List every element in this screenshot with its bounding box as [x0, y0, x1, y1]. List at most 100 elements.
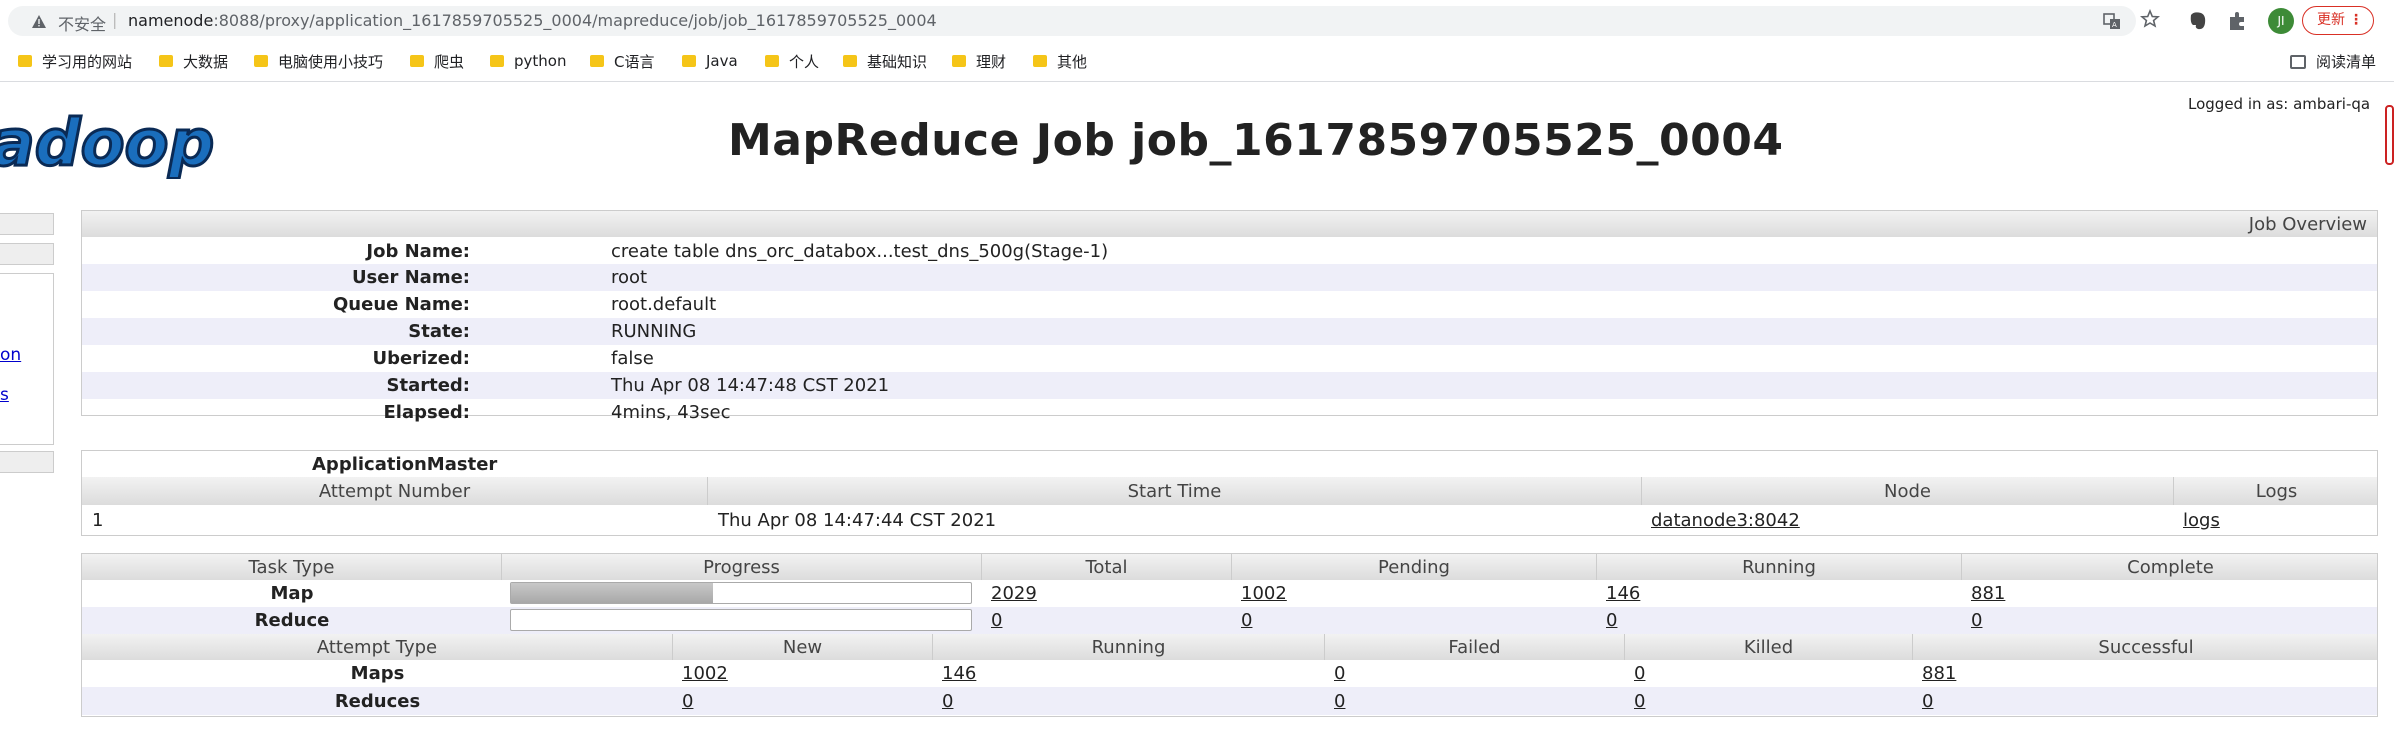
complete-link[interactable]: 881: [1971, 580, 2005, 607]
nav-section-header[interactable]: [0, 243, 54, 265]
update-button[interactable]: 更新 ⋮: [2302, 6, 2374, 35]
killed-link[interactable]: 0: [1634, 687, 1645, 715]
column-header[interactable]: Task Type: [82, 554, 502, 580]
folder-icon: [1033, 55, 1047, 67]
security-label[interactable]: 不安全: [58, 11, 106, 35]
failed-link[interactable]: 0: [1334, 660, 1345, 687]
translate-icon[interactable]: A: [2102, 11, 2122, 31]
folder-icon: [254, 55, 268, 67]
column-header[interactable]: Pending: [1232, 554, 1597, 580]
column-header[interactable]: Running: [1597, 554, 1962, 580]
app-master-title-row: ApplicationMaster: [82, 451, 2377, 477]
svg-text:A: A: [2112, 21, 2117, 29]
column-header[interactable]: Killed: [1625, 634, 1913, 660]
running-link[interactable]: 0: [942, 687, 953, 715]
url-path: :8088/proxy/application_1617859705525_00…: [213, 11, 937, 30]
running-link[interactable]: 146: [942, 660, 976, 687]
bookmark-label: 爬虫: [434, 52, 465, 71]
url-text[interactable]: namenode:8088/proxy/application_16178597…: [128, 11, 937, 30]
running-link[interactable]: 146: [1606, 580, 1640, 607]
nav-link[interactable]: on: [0, 345, 21, 365]
star-icon[interactable]: [2140, 9, 2160, 29]
successful-link[interactable]: 881: [1922, 660, 1956, 687]
killed-link[interactable]: 0: [1634, 660, 1645, 687]
bookmark-label: 基础知识: [867, 52, 928, 71]
complete-link[interactable]: 0: [1971, 607, 1982, 634]
task-type: Reduce: [254, 610, 330, 631]
column-header[interactable]: Complete: [1962, 554, 2379, 580]
overview-label: State:: [408, 321, 470, 342]
column-header[interactable]: Successful: [1913, 634, 2379, 660]
scrollbar-thumb[interactable]: [2385, 105, 2394, 165]
browser-address-bar: 不安全 | namenode:8088/proxy/application_16…: [0, 0, 2394, 40]
overview-row: State: RUNNING: [82, 318, 2377, 345]
column-header[interactable]: Attempt Number: [82, 477, 708, 505]
bookmark-folder[interactable]: 大数据: [159, 51, 228, 71]
pending-link[interactable]: 0: [1241, 607, 1252, 634]
bookmark-folder[interactable]: C语言: [590, 51, 654, 71]
bookmark-label: 电脑使用小技巧: [278, 52, 384, 71]
nav-link[interactable]: s: [0, 385, 9, 405]
running-link[interactable]: 0: [1606, 607, 1617, 634]
failed-link[interactable]: 0: [1334, 687, 1345, 715]
bookmark-folder[interactable]: 个人: [765, 51, 819, 71]
total-link[interactable]: 0: [991, 607, 1002, 634]
omnibox[interactable]: 不安全 | namenode:8088/proxy/application_16…: [8, 6, 2136, 36]
bookmark-label: 学习用的网站: [42, 52, 133, 71]
task-summary-panel: Task Type Progress Total Pending Running…: [81, 553, 2378, 717]
folder-icon: [159, 55, 173, 67]
overview-label: Queue Name:: [333, 294, 470, 315]
column-header[interactable]: Failed: [1325, 634, 1625, 660]
column-header[interactable]: Attempt Type: [82, 634, 673, 660]
node-link[interactable]: datanode3:8042: [1651, 505, 1800, 535]
hadoop-logo-text: hadoop: [0, 109, 214, 179]
extensions-puzzle-icon[interactable]: [2226, 9, 2250, 33]
column-header[interactable]: Node: [1642, 477, 2174, 505]
attempt-type: Reduces: [334, 690, 421, 712]
bookmark-folder[interactable]: 其他: [1033, 51, 1087, 71]
warning-icon[interactable]: [32, 15, 46, 28]
nav-section-header[interactable]: [0, 451, 54, 473]
profile-avatar[interactable]: JI: [2268, 8, 2294, 34]
overview-value: Thu Apr 08 14:47:48 CST 2021: [611, 375, 890, 396]
bookmark-folder[interactable]: 学习用的网站: [18, 51, 132, 71]
reading-list-button[interactable]: 阅读清单: [2290, 51, 2376, 72]
bookmark-label: 个人: [789, 52, 820, 71]
bookmark-folder[interactable]: python: [490, 51, 566, 71]
bookmark-folder[interactable]: 理财: [952, 51, 1006, 71]
folder-icon: [843, 55, 857, 67]
bookmark-folder[interactable]: Java: [682, 51, 738, 71]
job-overview-title: Job Overview: [2248, 213, 2367, 235]
more-menu-icon[interactable]: ⋮: [2349, 7, 2363, 34]
bookmark-folder[interactable]: 基础知识: [843, 51, 927, 71]
reading-list-icon: [2290, 54, 2306, 69]
overview-row: User Name: root: [82, 264, 2377, 291]
nav-section-header[interactable]: [0, 213, 54, 235]
overview-label: Started:: [386, 375, 471, 396]
bookmark-label: python: [514, 52, 567, 70]
new-link[interactable]: 1002: [682, 660, 728, 687]
folder-icon: [952, 55, 966, 67]
total-link[interactable]: 2029: [991, 580, 1037, 607]
logs-link[interactable]: logs: [2183, 505, 2220, 535]
page-title: MapReduce Job job_1617859705525_0004: [728, 115, 1784, 166]
bookmark-label: C语言: [614, 52, 655, 71]
column-header[interactable]: Running: [933, 634, 1325, 660]
logged-in-label: Logged in as: ambari-qa: [2188, 95, 2371, 113]
column-header[interactable]: Logs: [2174, 477, 2379, 505]
table-row: Reduce 0 0 0 0: [82, 607, 2377, 634]
successful-link[interactable]: 0: [1922, 687, 1933, 715]
column-header[interactable]: Start Time: [708, 477, 1642, 505]
column-header[interactable]: Total: [982, 554, 1232, 580]
bookmark-label: Java: [706, 52, 738, 70]
job-overview-header: Job Overview: [82, 211, 2377, 237]
column-header[interactable]: New: [673, 634, 933, 660]
bookmark-folder[interactable]: 电脑使用小技巧: [254, 51, 383, 71]
table-row: Maps 1002 146 0 0 881: [82, 660, 2377, 687]
pending-link[interactable]: 1002: [1241, 580, 1287, 607]
evernote-icon[interactable]: [2186, 9, 2210, 33]
job-overview-panel: Job Overview Job Name: create table dns_o…: [81, 210, 2378, 423]
new-link[interactable]: 0: [682, 687, 693, 715]
column-header[interactable]: Progress: [502, 554, 982, 580]
bookmark-folder[interactable]: 爬虫: [410, 51, 464, 71]
